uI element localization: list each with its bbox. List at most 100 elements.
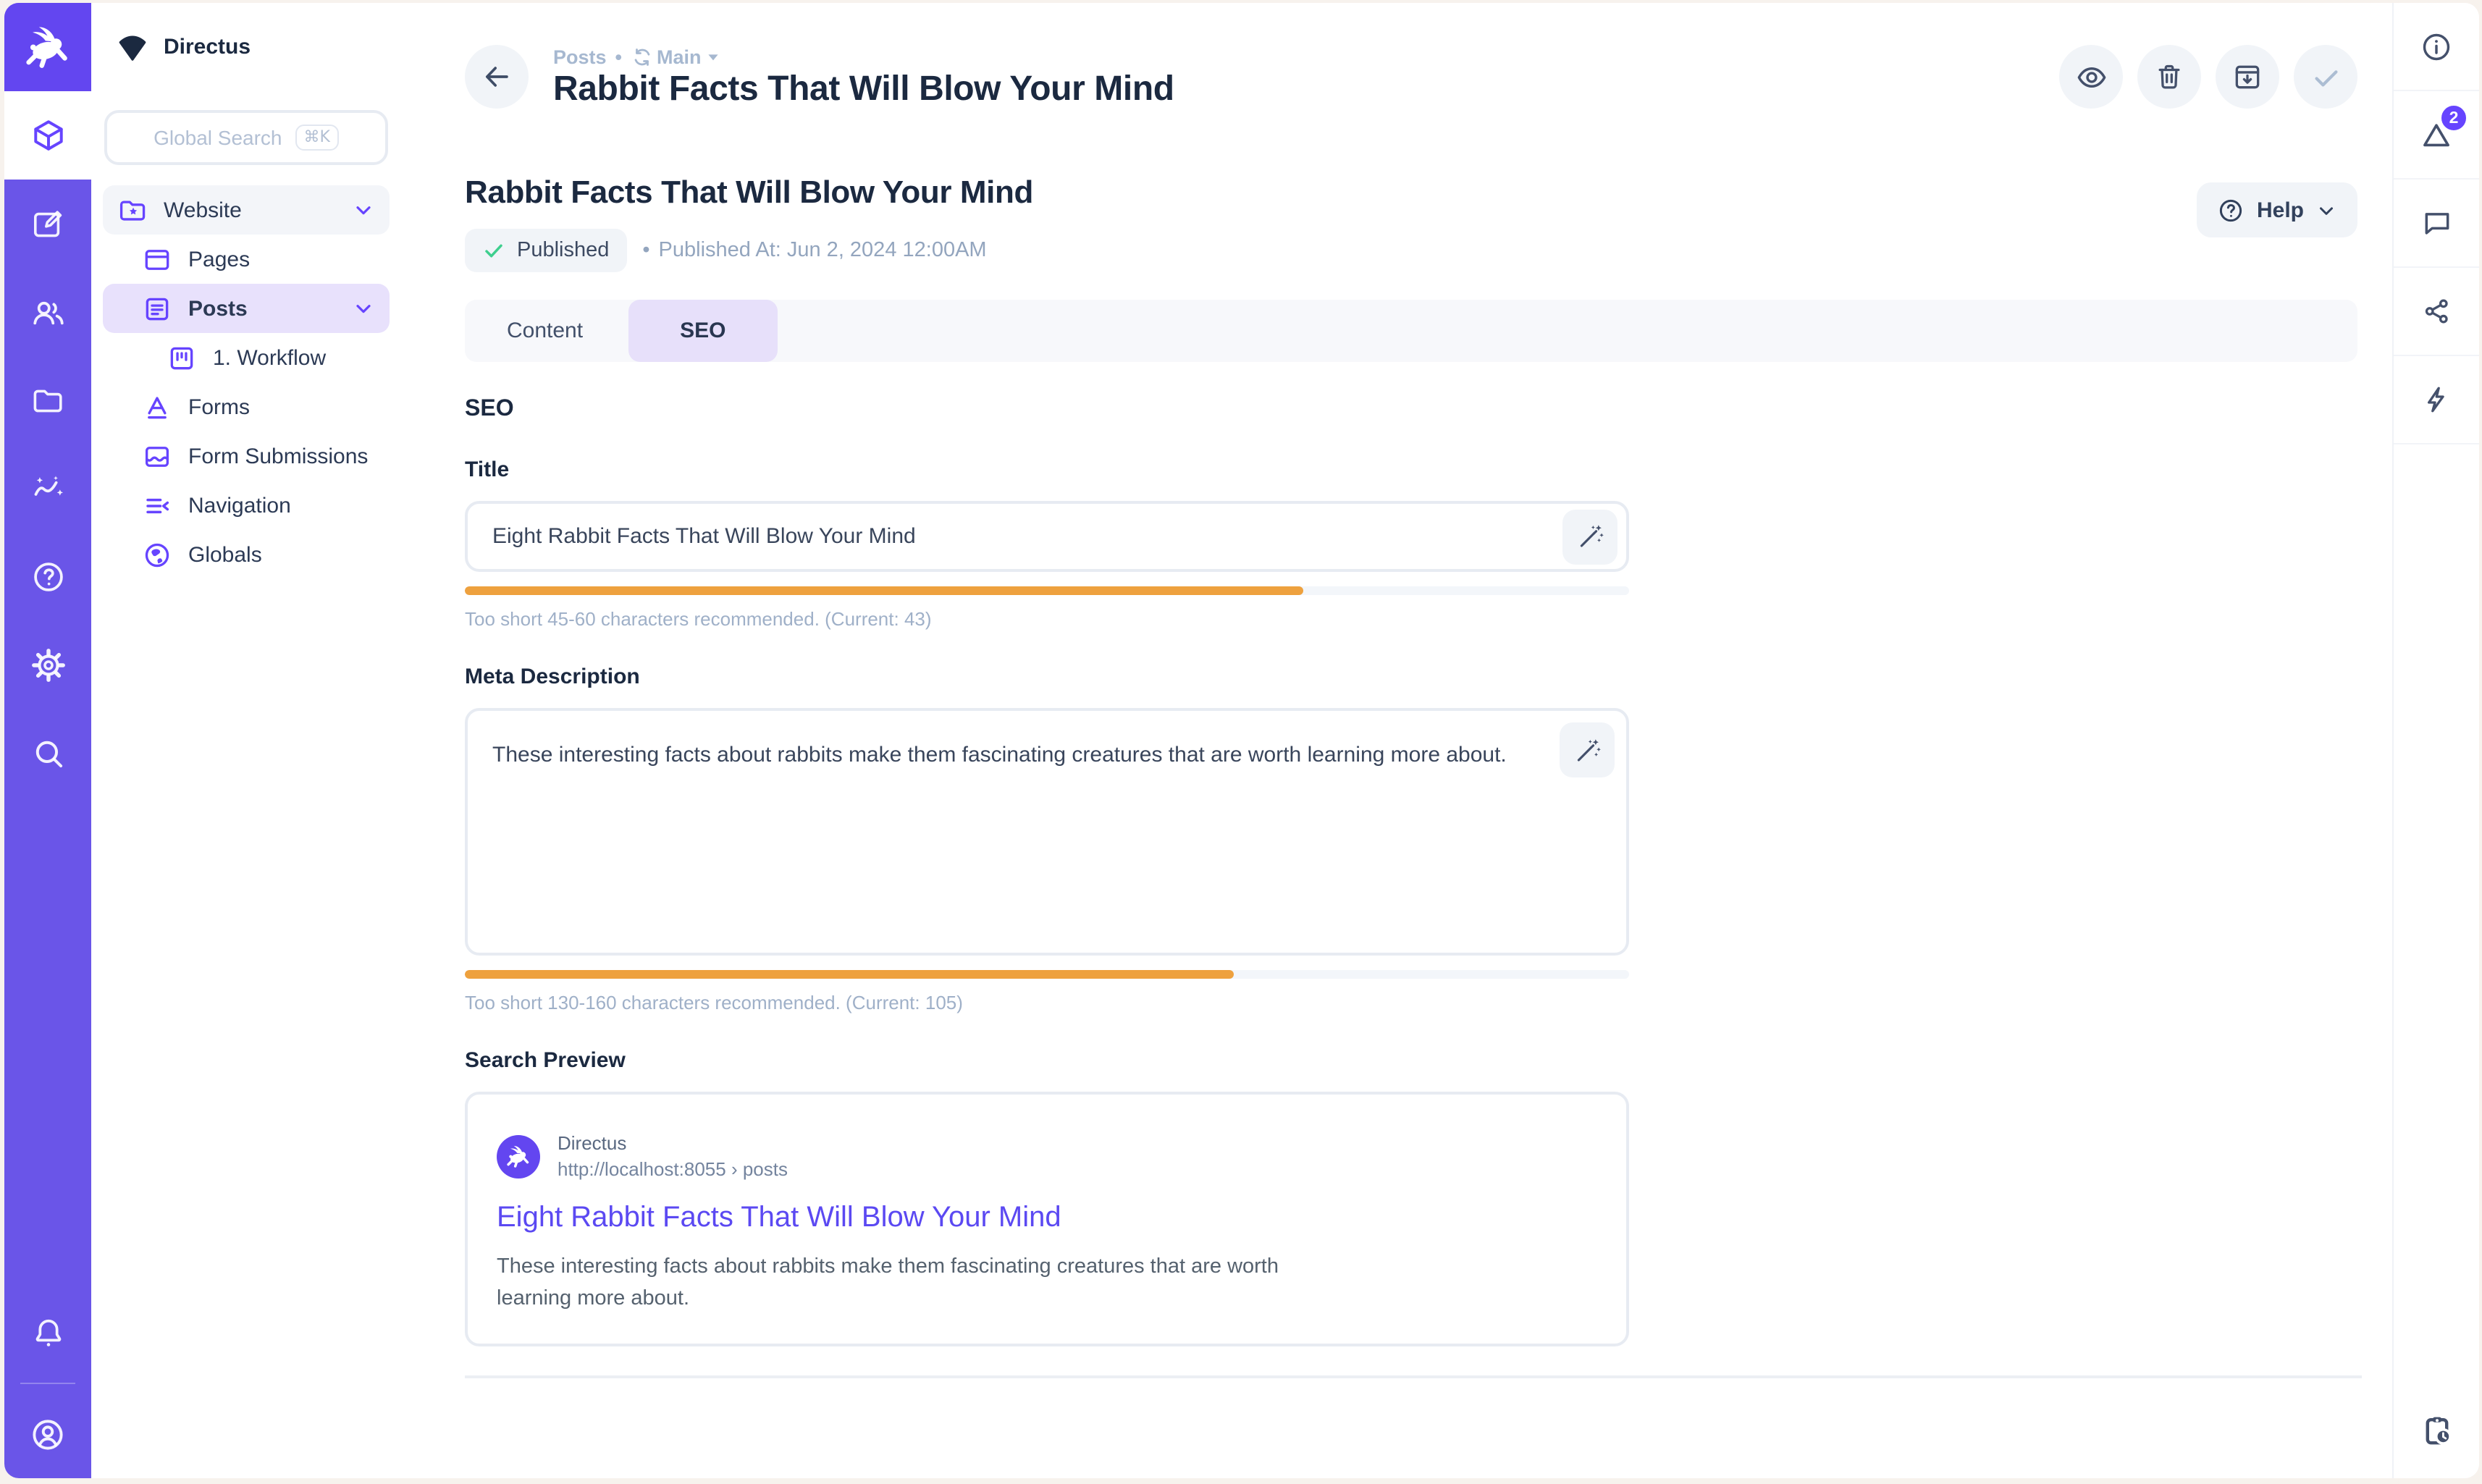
page-title: Rabbit Facts That Will Blow Your Mind — [553, 69, 1174, 110]
generate-description-button[interactable] — [1560, 722, 1615, 777]
info-sidebar-button[interactable] — [2394, 3, 2479, 91]
bolt-icon — [2420, 384, 2452, 416]
sidebar-item-navigation[interactable]: Navigation — [103, 481, 390, 530]
folder-star-icon — [117, 195, 148, 225]
version-name: Main — [657, 46, 702, 68]
account-button[interactable] — [4, 1390, 91, 1478]
global-search-input[interactable]: Global Search ⌘K — [104, 110, 388, 165]
caret-down-icon — [706, 49, 722, 65]
meta-description-value: These interesting facts about rabbits ma… — [492, 740, 1597, 772]
delete-button[interactable] — [2137, 45, 2201, 109]
collection-tree: Website Pages Posts — [91, 182, 401, 582]
archive-button[interactable] — [2216, 45, 2279, 109]
module-insights[interactable] — [4, 444, 91, 533]
sidebar-item-label: Form Submissions — [188, 444, 368, 468]
archive-box-down-icon — [2231, 61, 2263, 93]
preview-site-url: http://localhost:8055 › posts — [558, 1158, 788, 1180]
module-bar-divider — [20, 1383, 75, 1384]
sidebar-item-posts[interactable]: Posts — [103, 284, 390, 333]
magic-wand-icon — [1572, 735, 1602, 765]
tab-content[interactable]: Content — [507, 319, 583, 343]
app-window: Directus Global Search ⌘K Website — [0, 0, 2482, 1484]
status-check-icon — [482, 239, 505, 262]
version-sync-icon — [631, 46, 652, 68]
revisions-sidebar-button[interactable]: 2 — [2394, 91, 2479, 180]
module-bar-spacer — [4, 798, 91, 1289]
sidebar-item-form-submissions[interactable]: Form Submissions — [103, 431, 390, 481]
status-label: Published — [517, 239, 609, 262]
preview-button[interactable] — [2059, 45, 2123, 109]
nav-sidebar: Directus Global Search ⌘K Website — [91, 3, 401, 1478]
search-preview-card: Directus http://localhost:8055 › posts E… — [465, 1092, 1629, 1346]
back-button[interactable] — [465, 45, 529, 109]
eye-icon — [2074, 60, 2108, 93]
comment-bubble-icon — [2420, 207, 2452, 239]
shares-sidebar-button[interactable] — [2394, 268, 2479, 356]
users-icon — [30, 294, 66, 330]
module-user-directory[interactable] — [4, 268, 91, 356]
module-content[interactable] — [4, 91, 91, 180]
search-preview-label: Search Preview — [465, 1048, 1629, 1073]
generate-title-button[interactable] — [1562, 509, 1617, 564]
search-shortcut-kbd: ⌘K — [295, 125, 339, 151]
notifications-button[interactable] — [4, 1289, 91, 1377]
share-icon — [2420, 295, 2452, 327]
meta-dot: • — [642, 239, 649, 262]
revisions-count-badge: 2 — [2439, 103, 2469, 133]
sidebar-item-pages[interactable]: Pages — [103, 235, 390, 284]
directus-rabbit-logo-icon — [23, 22, 72, 72]
item-title: Rabbit Facts That Will Blow Your Mind — [465, 174, 1033, 211]
module-search[interactable] — [4, 709, 91, 798]
meta-description-progress-fill — [465, 970, 1233, 979]
chevron-down-icon[interactable] — [352, 297, 375, 320]
content-head: Rabbit Facts That Will Blow Your Mind Pu… — [465, 159, 2357, 272]
help-button[interactable]: Help — [2197, 182, 2357, 237]
module-settings[interactable] — [4, 621, 91, 709]
nav-list-icon — [142, 490, 172, 520]
published-at-text: Published At: Jun 2, 2024 12:00AM — [659, 239, 987, 262]
version-menu[interactable]: Main — [631, 46, 722, 68]
main-area: Posts • Main — [401, 3, 2392, 1478]
project-header[interactable]: Directus — [91, 3, 401, 91]
preview-site-name: Directus — [558, 1132, 788, 1154]
tab-seo[interactable]: SEO — [628, 300, 778, 362]
save-button[interactable] — [2294, 45, 2357, 109]
chevron-down-icon — [2315, 199, 2337, 221]
sidebar-item-forms[interactable]: Forms — [103, 382, 390, 431]
module-file-library[interactable] — [4, 356, 91, 444]
preview-result-title[interactable]: Eight Rabbit Facts That Will Blow Your M… — [497, 1202, 1597, 1235]
content-head-left: Rabbit Facts That Will Blow Your Mind Pu… — [465, 159, 1033, 272]
directus-app: Directus Global Search ⌘K Website — [4, 3, 2479, 1478]
activity-sidebar-button[interactable] — [2394, 1383, 2479, 1478]
form-end-divider — [465, 1375, 2362, 1378]
help-label: Help — [2257, 198, 2304, 222]
sidebar-item-website[interactable]: Website — [103, 185, 390, 235]
box-icon — [30, 117, 66, 153]
breadcrumb-collection[interactable]: Posts — [553, 46, 607, 68]
seo-form: SEO Title Eight Rabbit Facts That Will B… — [465, 397, 1629, 1378]
sidebar-item-label: Forms — [188, 395, 250, 419]
chevron-down-icon[interactable] — [352, 198, 375, 222]
flows-sidebar-button[interactable] — [2394, 356, 2479, 444]
search-icon — [30, 735, 66, 772]
global-search-placeholder: Global Search — [153, 126, 282, 149]
module-help[interactable] — [4, 533, 91, 621]
preview-site-meta: Directus http://localhost:8055 › posts — [558, 1132, 788, 1180]
gear-icon — [30, 647, 66, 683]
bell-icon — [30, 1315, 66, 1351]
help-icon — [30, 559, 66, 595]
directus-logo-button[interactable] — [4, 3, 91, 91]
seo-title-input[interactable]: Eight Rabbit Facts That Will Blow Your M… — [465, 501, 1629, 572]
sidebar-item-workflow[interactable]: 1. Workflow — [103, 333, 390, 382]
sidebar-item-label: Posts — [188, 296, 248, 321]
module-bar — [4, 3, 91, 1478]
sidebar-item-globals[interactable]: Globals — [103, 530, 390, 579]
comments-sidebar-button[interactable] — [2394, 180, 2479, 268]
module-visual-editor[interactable] — [4, 180, 91, 268]
right-sidebar-spacer — [2394, 444, 2479, 1383]
inbox-wave-icon — [142, 441, 172, 471]
sidebar-item-label: 1. Workflow — [213, 345, 326, 370]
meta-description-input[interactable]: These interesting facts about rabbits ma… — [465, 708, 1629, 956]
content-scroll-area[interactable]: Rabbit Facts That Will Blow Your Mind Pu… — [401, 151, 2392, 1478]
check-icon — [2309, 60, 2342, 93]
